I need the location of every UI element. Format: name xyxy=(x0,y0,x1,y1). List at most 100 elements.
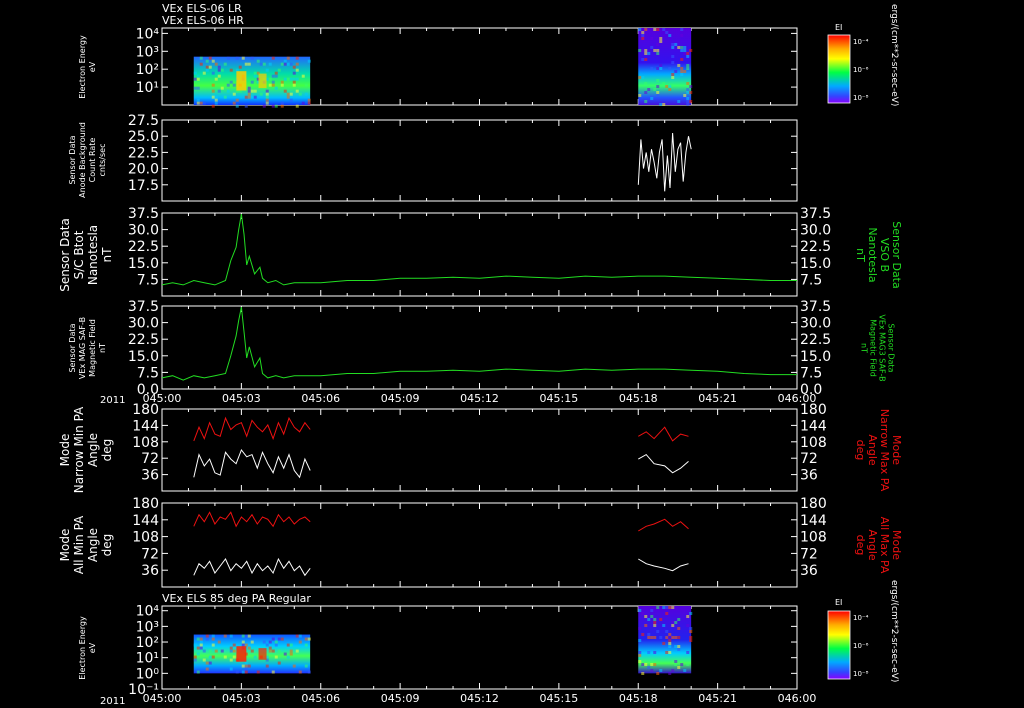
heatmap-cell xyxy=(259,62,263,66)
heatmap-cell xyxy=(641,49,645,52)
heatmap-cell xyxy=(220,86,224,90)
heatmap-cell xyxy=(656,606,660,609)
heatmap-cell xyxy=(280,104,284,108)
heatmap-cell xyxy=(665,606,669,609)
heatmap-cell xyxy=(250,80,254,84)
y-axis-label-line: nT xyxy=(100,247,114,263)
heatmap-cell xyxy=(668,651,672,654)
heatmap-cell xyxy=(196,652,200,656)
colorbar-bottom-tick-2: 10⁻⁶ xyxy=(853,642,869,650)
heatmap-cell xyxy=(662,624,666,627)
heatmap-cell xyxy=(256,59,260,63)
heatmap-cell xyxy=(268,62,272,66)
heatmap-cell xyxy=(641,37,645,40)
heatmap-cell xyxy=(232,655,236,659)
heatmap-cell xyxy=(668,633,672,636)
y-tick-label: 15.0 xyxy=(128,349,159,365)
heatmap-cell xyxy=(241,56,245,60)
heatmap-cell xyxy=(668,67,672,70)
y-tick-label-right: 72 xyxy=(800,451,818,467)
heatmap-cell xyxy=(286,655,290,659)
heatmap-cell xyxy=(283,89,287,93)
y-tick-label-right: 22.5 xyxy=(800,332,831,348)
y-axis-label-line: Mode xyxy=(58,434,72,467)
year-label-panel4: 2011 xyxy=(100,395,125,406)
heatmap-cell xyxy=(686,103,690,106)
heatmap-cell xyxy=(208,56,212,60)
heatmap-cell xyxy=(644,615,648,618)
heatmap-cell xyxy=(644,28,648,31)
y-tick-label: 10³ xyxy=(136,619,159,635)
heatmap-cell xyxy=(205,634,209,638)
heatmap-cell xyxy=(689,49,693,52)
y-axis-label-right-line: deg xyxy=(854,535,867,556)
heatmap-cell xyxy=(247,95,251,99)
heatmap-cell xyxy=(656,67,660,70)
heatmap-cell xyxy=(208,661,212,665)
y-tick-label-right: 144 xyxy=(800,513,827,529)
y-tick-label: 10¹ xyxy=(136,651,159,667)
y-tick-label: 7.5 xyxy=(137,365,159,381)
heatmap-cell xyxy=(644,82,648,85)
heatmap-cell xyxy=(262,62,266,66)
heatmap-cell xyxy=(271,649,275,653)
series-line-max-pa xyxy=(193,416,311,442)
heatmap-cell xyxy=(295,634,299,638)
heatmap-cell xyxy=(250,640,254,644)
heatmap-cell xyxy=(656,28,660,31)
x-tick-label: 045:03 xyxy=(222,392,261,405)
heatmap-cell xyxy=(656,43,660,46)
heatmap-cell xyxy=(668,606,672,609)
heatmap-cell xyxy=(211,643,215,647)
heatmap-cell xyxy=(235,670,239,674)
heatmap-cell xyxy=(680,28,684,31)
heatmap-cell xyxy=(689,639,693,642)
heatmap-cell xyxy=(671,55,675,58)
heatmap-cell xyxy=(274,104,278,108)
heatmap-cell xyxy=(641,663,645,666)
heatmap-cell xyxy=(680,49,684,52)
heatmap-cell xyxy=(671,621,675,624)
x-tick-label: 045:09 xyxy=(381,692,420,705)
heatmap-cell xyxy=(205,667,209,671)
y-tick-label-right: 22.5 xyxy=(800,239,831,255)
heatmap-cell xyxy=(674,645,678,648)
heatmap-cell xyxy=(662,28,666,31)
heatmap-cell xyxy=(656,91,660,94)
panel-frame xyxy=(161,212,798,297)
heatmap-cell xyxy=(196,98,200,102)
heatmap-cell xyxy=(689,91,693,94)
y-axis-label: Sensor Data Anode Background Count Rate cnt… xyxy=(68,122,107,198)
heatmap-cell xyxy=(644,49,648,52)
heatmap-cell xyxy=(301,101,305,105)
heatmap-cell xyxy=(644,663,648,666)
y-axis-label-right: Sensor DataVSO BNanoteslanT xyxy=(854,221,903,288)
series-line-max-pa xyxy=(638,426,689,442)
heatmap-cell xyxy=(668,85,672,88)
heatmap-cell xyxy=(650,663,654,666)
heatmap-cell xyxy=(280,83,284,87)
heatmap-cell xyxy=(647,633,651,636)
heatmap-cell xyxy=(677,627,681,630)
y-axis-label: Electron Energy eV xyxy=(78,35,97,99)
heatmap-cell xyxy=(268,83,272,87)
heatmap-cell xyxy=(650,636,654,639)
heatmap-cell xyxy=(662,103,666,106)
heatmap-cell xyxy=(650,67,654,70)
heatmap-cell xyxy=(647,618,651,621)
y-tick-label-right: 72 xyxy=(800,546,818,562)
heatmap-cell xyxy=(274,655,278,659)
panel-5: 180 180144 144108 10872 7236 36Mode Narrow Min… xyxy=(58,402,903,493)
heatmap-cell xyxy=(283,77,287,81)
y-tick-label: 37.5 xyxy=(128,299,159,315)
heatmap-cell xyxy=(689,100,693,103)
y-tick-label: 144 xyxy=(132,513,159,529)
panel-6: 180 180144 144108 10872 7236 36Mode All Min PA… xyxy=(58,496,903,588)
heatmap-cell xyxy=(235,56,239,60)
heatmap-cell xyxy=(292,664,296,668)
heatmap-cell xyxy=(644,100,648,103)
heatmap-cell xyxy=(286,643,290,647)
multi-panel-plot: VEx ELS-06 LR VEx ELS-06 HR VEx ELS 85 d… xyxy=(58,2,903,707)
heatmap-cell xyxy=(229,68,233,72)
y-tick-label: 10¹ xyxy=(136,80,159,96)
